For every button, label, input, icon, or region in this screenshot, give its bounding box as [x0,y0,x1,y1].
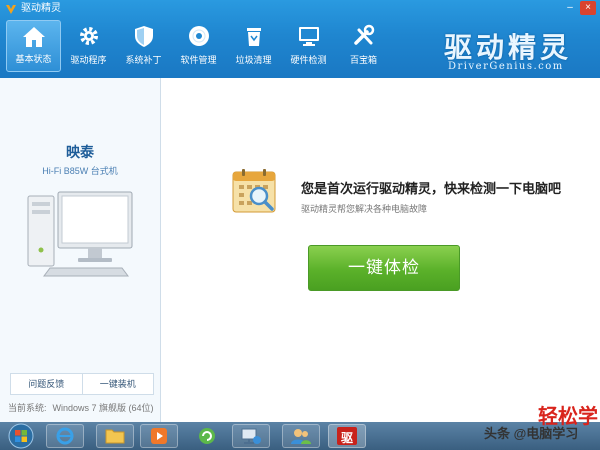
taskbar-ie[interactable] [46,424,84,448]
nav-item-hardware[interactable]: 硬件检测 [281,20,336,72]
nav-label: 硬件检测 [290,55,327,65]
driver-genius-logo: 驱动精灵 DriverGenius.com [444,26,594,74]
first-run-subtitle: 驱动精灵帮您解决各种电脑故障 [301,204,428,214]
app-logo-icon [6,5,16,14]
taskbar-explorer[interactable] [96,424,134,448]
driver-genius-glyph: 驱 [340,431,353,445]
recycle-bin-icon [246,28,261,46]
nav-item-toolbox[interactable]: 百宝箱 [336,20,391,72]
top-banner: 驱动精灵 – × 基本状态 驱动程序 系统补丁 软件管理 垃圾清理 硬件检测 百… [0,0,600,78]
nav-item-patches[interactable]: 系统补丁 [116,20,171,72]
calendar-check-icon [232,169,276,213]
watermark: 轻松学 头条 @电脑学习 [476,406,600,450]
close-button[interactable]: × [580,1,596,15]
ie-refresh-icon [199,428,215,444]
gear-icon [79,27,98,45]
tools-icon [353,24,374,45]
monitor-icon [298,27,319,46]
main-area: 您是首次运行驱动精灵，快来检测一下电脑吧 驱动精灵帮您解决各种电脑故障 一键体检 [161,78,600,422]
nav-item-basic-status[interactable]: 基本状态 [6,20,61,72]
shield-icon [134,26,153,47]
media-player-icon [151,428,167,444]
users-icon [291,429,311,444]
window-title: 驱动精灵 [21,3,61,14]
driver-genius-window: 驱动精灵 – × 基本状态 驱动程序 系统补丁 软件管理 垃圾清理 硬件检测 百… [0,0,600,422]
feedback-button[interactable]: 问题反馈 [11,374,82,394]
nav-item-software[interactable]: 软件管理 [171,20,226,72]
title-bar: 驱动精灵 – × [0,0,600,18]
taskbar-network[interactable] [232,424,270,448]
first-run-headline: 您是首次运行驱动精灵，快来检测一下电脑吧 [301,181,562,196]
taskbar-ie-refresh[interactable] [188,424,226,448]
nav-label: 基本状态 [15,54,52,64]
main-nav: 基本状态 驱动程序 系统补丁 软件管理 垃圾清理 硬件检测 百宝箱 [6,20,391,72]
network-icon [241,428,261,444]
nav-label: 系统补丁 [125,55,162,65]
watermark-author: 头条 @电脑学习 [484,426,579,441]
system-label: 当前系统: [8,403,47,413]
nav-item-drivers[interactable]: 驱动程序 [61,20,116,72]
taskbar-users[interactable] [282,424,320,448]
device-model: Hi-Fi B85W 台式机 [42,166,118,176]
current-system: 当前系统: Windows 7 旗舰版 (64位) [8,401,160,414]
home-icon [22,27,45,47]
start-orb-icon[interactable] [6,423,36,449]
device-panel: 映泰 Hi-Fi B85W 台式机 问题反馈 一键装机 当前系统: Windows… [0,78,161,422]
nav-label: 百宝箱 [349,55,377,65]
one-click-install-button[interactable]: 一键装机 [81,374,154,394]
logo-text: 驱动精灵 [444,31,573,64]
minimize-button[interactable]: – [562,1,578,15]
one-click-check-button[interactable]: 一键体检 [308,245,460,291]
explorer-icon [105,429,125,444]
taskbar-media-player[interactable] [140,424,178,448]
desktop-computer-icon [27,191,133,277]
nav-label: 垃圾清理 [235,55,272,65]
disc-icon [188,26,209,46]
system-value: Windows 7 旗舰版 (64位) [52,403,154,413]
device-brand: 映泰 [66,144,94,160]
nav-item-cleanup[interactable]: 垃圾清理 [226,20,281,72]
taskbar-driver-genius[interactable]: 驱 [328,424,366,448]
logo-url: DriverGenius.com [448,61,564,72]
ie-icon [56,427,74,445]
nav-label: 软件管理 [180,55,217,65]
panel-actions: 问题反馈 一键装机 [10,373,154,395]
nav-label: 驱动程序 [70,55,107,65]
